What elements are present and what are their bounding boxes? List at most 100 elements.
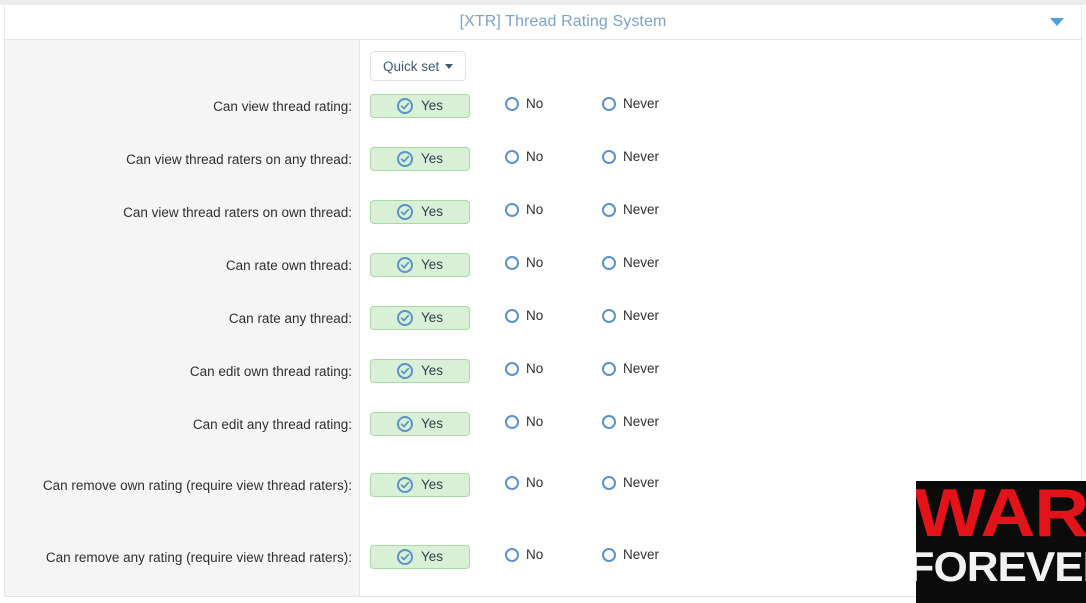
radio-unchecked-icon <box>602 415 616 429</box>
check-circle-icon <box>396 310 413 326</box>
radio-unchecked-icon <box>602 548 616 562</box>
permission-option-yes[interactable]: Yes <box>370 253 470 277</box>
quick-set-button[interactable]: Quick set <box>370 51 467 81</box>
permission-option-no[interactable]: No <box>505 308 543 324</box>
permission-option-label: Yes <box>420 363 444 378</box>
permission-option-label: No <box>526 475 544 490</box>
permission-label: Can edit any thread rating: <box>192 417 352 432</box>
permission-option-yes[interactable]: Yes <box>370 147 470 171</box>
radio-unchecked-icon <box>505 97 519 111</box>
permission-label: Can view thread rating: <box>213 99 352 114</box>
check-circle-icon <box>396 477 413 493</box>
radio-unchecked-icon <box>505 362 519 376</box>
permission-label: Can view thread raters on any thread: <box>126 152 352 167</box>
permission-option-label: Yes <box>420 98 444 113</box>
permission-option-label: Yes <box>420 310 444 325</box>
permission-choice-group: Yes No Never <box>360 412 1081 436</box>
permission-option-label: Yes <box>420 257 444 272</box>
permission-option-label: Never <box>623 202 660 217</box>
permission-choice-group: Yes No Never <box>360 94 1081 118</box>
permission-option-yes[interactable]: Yes <box>370 473 470 497</box>
permission-option-no[interactable]: No <box>505 202 543 218</box>
permission-row: Can view thread raters on any thread: Yes… <box>5 145 1081 198</box>
permission-option-no[interactable]: No <box>505 414 543 430</box>
permission-option-never[interactable]: Never <box>602 414 659 430</box>
permission-option-label: No <box>526 149 544 164</box>
permission-option-yes[interactable]: Yes <box>370 359 470 383</box>
permission-option-never[interactable]: Never <box>602 202 659 218</box>
check-circle-icon <box>396 257 413 273</box>
check-circle-icon <box>396 98 413 114</box>
permission-option-yes[interactable]: Yes <box>370 94 470 118</box>
page-title: [XTR] Thread Rating System <box>459 13 667 30</box>
check-circle-icon <box>396 549 413 565</box>
radio-unchecked-icon <box>602 476 616 490</box>
permission-option-label: Never <box>623 475 660 490</box>
permission-option-label: Never <box>623 149 660 164</box>
permission-option-never[interactable]: Never <box>602 255 659 271</box>
radio-unchecked-icon <box>602 362 616 376</box>
permission-option-label: Never <box>623 255 660 270</box>
permission-option-never[interactable]: Never <box>602 475 659 491</box>
permission-option-never[interactable]: Never <box>602 547 659 563</box>
permission-row: Can rate own thread: Yes No Never <box>5 251 1081 304</box>
permission-option-no[interactable]: No <box>505 255 543 271</box>
permission-option-label: No <box>526 547 544 562</box>
check-circle-icon <box>396 363 413 379</box>
permission-option-label: Yes <box>420 477 444 492</box>
permission-option-label: No <box>526 255 544 270</box>
permission-option-label: Yes <box>420 151 444 166</box>
permission-label: Can rate own thread: <box>225 258 352 273</box>
radio-unchecked-icon <box>505 309 519 323</box>
collapse-toggle[interactable] <box>1041 18 1081 26</box>
radio-unchecked-icon <box>602 203 616 217</box>
radio-unchecked-icon <box>602 150 616 164</box>
radio-unchecked-icon <box>505 476 519 490</box>
permission-option-never[interactable]: Never <box>602 149 659 165</box>
permission-option-label: No <box>526 96 544 111</box>
permission-option-no[interactable]: No <box>505 547 543 563</box>
permission-label: Can rate any thread: <box>228 311 352 326</box>
permission-option-label: Never <box>623 547 660 562</box>
permission-option-label: No <box>526 202 544 217</box>
permission-option-yes[interactable]: Yes <box>370 412 470 436</box>
permission-option-label: Yes <box>420 416 444 431</box>
permission-option-no[interactable]: No <box>505 475 543 491</box>
permission-option-label: Never <box>623 414 660 429</box>
permission-option-label: Never <box>623 96 660 111</box>
permission-row: Can view thread raters on own thread: Yes… <box>5 198 1081 251</box>
permission-option-never[interactable]: Never <box>602 361 659 377</box>
permission-label: Can view thread raters on own thread: <box>123 205 352 220</box>
chevron-down-icon <box>1050 18 1064 26</box>
watermark-logo: WAR FOREVER <box>916 481 1086 603</box>
permission-option-no[interactable]: No <box>505 96 543 112</box>
check-circle-icon <box>396 151 413 167</box>
permission-option-yes[interactable]: Yes <box>370 545 470 569</box>
check-circle-icon <box>396 416 413 432</box>
permission-option-label: No <box>526 414 544 429</box>
watermark-line-forever: FOREVER <box>916 543 1086 590</box>
permission-option-no[interactable]: No <box>505 361 543 377</box>
permission-option-never[interactable]: Never <box>602 308 659 324</box>
caret-down-icon <box>445 63 454 69</box>
radio-unchecked-icon <box>602 309 616 323</box>
check-circle-icon <box>396 204 413 220</box>
permission-option-no[interactable]: No <box>505 149 543 165</box>
permission-choice-group: Yes No Never <box>360 306 1081 330</box>
permission-choice-group: Yes No Never <box>360 147 1081 171</box>
permission-label: Can remove any rating (require view thre… <box>45 550 352 565</box>
permission-choice-group: Yes No Never <box>360 200 1081 224</box>
quick-set-row: Quick set <box>5 40 1081 92</box>
permission-option-yes[interactable]: Yes <box>370 306 470 330</box>
radio-unchecked-icon <box>602 256 616 270</box>
permission-label: Can remove own rating (require view thre… <box>42 478 352 493</box>
radio-unchecked-icon <box>505 548 519 562</box>
radio-unchecked-icon <box>505 415 519 429</box>
radio-unchecked-icon <box>505 256 519 270</box>
permission-option-never[interactable]: Never <box>602 96 659 112</box>
quick-set-label: Quick set <box>383 58 440 74</box>
watermark-line-war: WAR <box>916 481 1086 551</box>
permission-label: Can edit own thread rating: <box>189 364 352 379</box>
permission-option-yes[interactable]: Yes <box>370 200 470 224</box>
permission-option-label: No <box>526 308 544 323</box>
